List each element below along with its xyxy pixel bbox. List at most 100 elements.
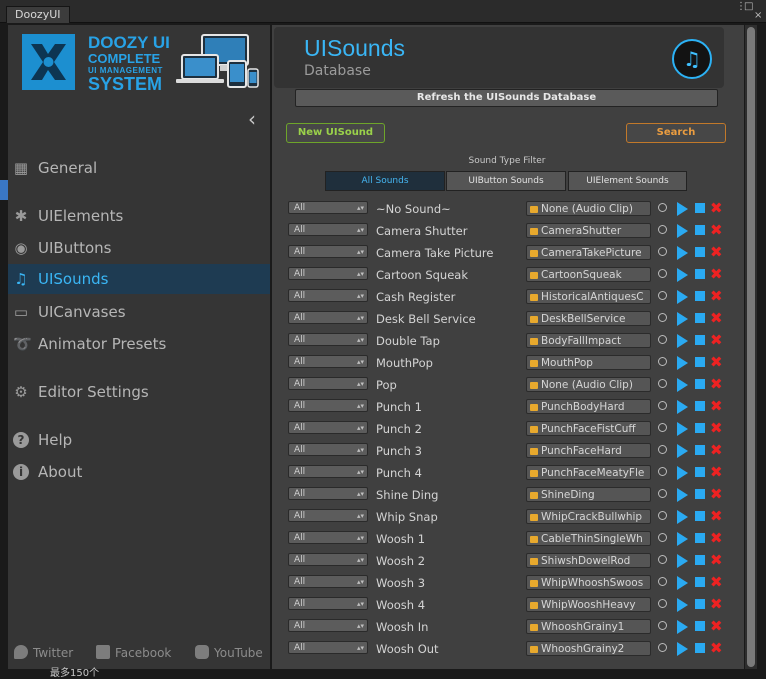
- category-dropdown[interactable]: All ▴▾: [288, 575, 368, 588]
- audio-clip-field[interactable]: DeskBellService: [526, 311, 651, 326]
- delete-icon[interactable]: ✖: [710, 573, 723, 591]
- object-picker-icon[interactable]: [658, 247, 667, 256]
- category-dropdown[interactable]: All ▴▾: [288, 311, 368, 324]
- sound-name-field[interactable]: Woosh 2: [376, 553, 521, 569]
- sidebar-item-editor-settings[interactable]: ⚙ Editor Settings: [8, 377, 270, 407]
- play-icon[interactable]: [677, 466, 688, 480]
- object-picker-icon[interactable]: [658, 423, 667, 432]
- scrollbar[interactable]: [745, 25, 757, 669]
- object-picker-icon[interactable]: [658, 225, 667, 234]
- sound-name-field[interactable]: Camera Take Picture: [376, 245, 521, 261]
- category-dropdown[interactable]: All ▴▾: [288, 641, 368, 654]
- delete-icon[interactable]: ✖: [710, 199, 723, 217]
- sound-name-field[interactable]: Desk Bell Service: [376, 311, 521, 327]
- play-icon[interactable]: [677, 510, 688, 524]
- audio-clip-field[interactable]: None (Audio Clip): [526, 377, 651, 392]
- audio-clip-field[interactable]: ShineDing: [526, 487, 651, 502]
- sound-name-field[interactable]: Cash Register: [376, 289, 521, 305]
- stop-icon[interactable]: [695, 313, 705, 323]
- audio-clip-field[interactable]: PunchFaceMeatyFle: [526, 465, 651, 480]
- category-dropdown[interactable]: All ▴▾: [288, 267, 368, 280]
- object-picker-icon[interactable]: [658, 401, 667, 410]
- sound-name-field[interactable]: Cartoon Squeak: [376, 267, 521, 283]
- sound-name-field[interactable]: Woosh 4: [376, 597, 521, 613]
- play-icon[interactable]: [677, 268, 688, 282]
- object-picker-icon[interactable]: [658, 555, 667, 564]
- play-icon[interactable]: [677, 642, 688, 656]
- twitter-link[interactable]: Twitter: [14, 645, 73, 661]
- stop-icon[interactable]: [695, 643, 705, 653]
- delete-icon[interactable]: ✖: [710, 265, 723, 283]
- sound-name-field[interactable]: Camera Shutter: [376, 223, 521, 239]
- sound-name-field[interactable]: MouthPop: [376, 355, 521, 371]
- object-picker-icon[interactable]: [658, 379, 667, 388]
- category-dropdown[interactable]: All ▴▾: [288, 377, 368, 390]
- new-uisound-button[interactable]: New UISound: [286, 123, 385, 143]
- sound-name-field[interactable]: Punch 3: [376, 443, 521, 459]
- sidebar-item-uicanvases[interactable]: ▭ UICanvases: [8, 297, 270, 327]
- play-icon[interactable]: [677, 378, 688, 392]
- search-button[interactable]: Search: [626, 123, 726, 143]
- stop-icon[interactable]: [695, 225, 705, 235]
- audio-clip-field[interactable]: MouthPop: [526, 355, 651, 370]
- play-icon[interactable]: [677, 422, 688, 436]
- delete-icon[interactable]: ✖: [710, 441, 723, 459]
- play-icon[interactable]: [677, 334, 688, 348]
- stop-icon[interactable]: [695, 599, 705, 609]
- object-picker-icon[interactable]: [658, 533, 667, 542]
- category-dropdown[interactable]: All ▴▾: [288, 421, 368, 434]
- category-dropdown[interactable]: All ▴▾: [288, 619, 368, 632]
- category-dropdown[interactable]: All ▴▾: [288, 553, 368, 566]
- stop-icon[interactable]: [695, 335, 705, 345]
- stop-icon[interactable]: [695, 423, 705, 433]
- object-picker-icon[interactable]: [658, 467, 667, 476]
- stop-icon[interactable]: [695, 445, 705, 455]
- play-icon[interactable]: [677, 312, 688, 326]
- delete-icon[interactable]: ✖: [710, 331, 723, 349]
- delete-icon[interactable]: ✖: [710, 221, 723, 239]
- play-icon[interactable]: [677, 444, 688, 458]
- play-icon[interactable]: [677, 598, 688, 612]
- delete-icon[interactable]: ✖: [710, 485, 723, 503]
- refresh-database-button[interactable]: Refresh the UISounds Database: [295, 89, 718, 107]
- category-dropdown[interactable]: All ▴▾: [288, 289, 368, 302]
- audio-clip-field[interactable]: None (Audio Clip): [526, 201, 651, 216]
- stop-icon[interactable]: [695, 247, 705, 257]
- play-icon[interactable]: [677, 620, 688, 634]
- sound-name-field[interactable]: Shine Ding: [376, 487, 521, 503]
- sidebar-item-about[interactable]: i About: [8, 457, 270, 487]
- window-maximize-icon[interactable]: □: [744, 2, 753, 12]
- audio-clip-field[interactable]: CameraTakePicture: [526, 245, 651, 260]
- stop-icon[interactable]: [695, 401, 705, 411]
- audio-clip-field[interactable]: CableThinSingleWh: [526, 531, 651, 546]
- stop-icon[interactable]: [695, 269, 705, 279]
- filter-tab-uielement-sounds[interactable]: UIElement Sounds: [568, 171, 687, 191]
- object-picker-icon[interactable]: [658, 445, 667, 454]
- stop-icon[interactable]: [695, 203, 705, 213]
- sound-name-field[interactable]: Punch 1: [376, 399, 521, 415]
- delete-icon[interactable]: ✖: [710, 309, 723, 327]
- sidebar-item-general[interactable]: ▦ General: [8, 153, 270, 183]
- play-icon[interactable]: [677, 488, 688, 502]
- stop-icon[interactable]: [695, 379, 705, 389]
- delete-icon[interactable]: ✖: [710, 353, 723, 371]
- category-dropdown[interactable]: All ▴▾: [288, 531, 368, 544]
- audio-clip-field[interactable]: PunchBodyHard: [526, 399, 651, 414]
- category-dropdown[interactable]: All ▴▾: [288, 245, 368, 258]
- object-picker-icon[interactable]: [658, 203, 667, 212]
- stop-icon[interactable]: [695, 511, 705, 521]
- play-icon[interactable]: [677, 356, 688, 370]
- audio-clip-field[interactable]: PunchFaceFistCuff: [526, 421, 651, 436]
- category-dropdown[interactable]: All ▴▾: [288, 465, 368, 478]
- object-picker-icon[interactable]: [658, 313, 667, 322]
- object-picker-icon[interactable]: [658, 643, 667, 652]
- object-picker-icon[interactable]: [658, 357, 667, 366]
- audio-clip-field[interactable]: ShiwshDowelRod: [526, 553, 651, 568]
- delete-icon[interactable]: ✖: [710, 617, 723, 635]
- delete-icon[interactable]: ✖: [710, 595, 723, 613]
- collapse-sidebar-icon[interactable]: ‹: [248, 109, 256, 129]
- sidebar-item-uisounds[interactable]: ♫ UISounds: [8, 264, 270, 294]
- audio-clip-field[interactable]: HistoricalAntiquesC: [526, 289, 651, 304]
- play-icon[interactable]: [677, 224, 688, 238]
- play-icon[interactable]: [677, 400, 688, 414]
